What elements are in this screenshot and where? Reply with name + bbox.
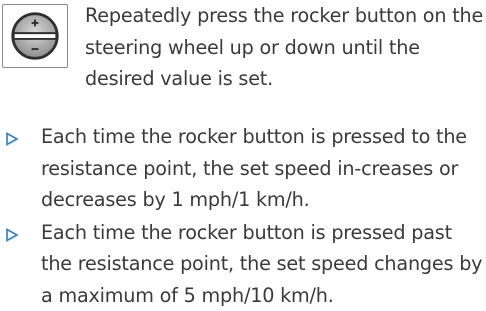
list-item: Each time the rocker button is pressed p… <box>0 217 486 311</box>
bullet-text: Each time the rocker button is pressed t… <box>41 121 485 216</box>
triangle-bullet-icon <box>5 228 19 242</box>
instruction-text: Repeatedly press the rocker button on th… <box>85 0 485 95</box>
rocker-button-icon <box>2 4 68 68</box>
triangle-bullet-icon <box>5 132 19 146</box>
bullet-list: Each time the rocker button is pressed t… <box>0 121 486 311</box>
list-item: Each time the rocker button is pressed t… <box>0 121 486 216</box>
bullet-text: Each time the rocker button is pressed p… <box>41 217 485 311</box>
